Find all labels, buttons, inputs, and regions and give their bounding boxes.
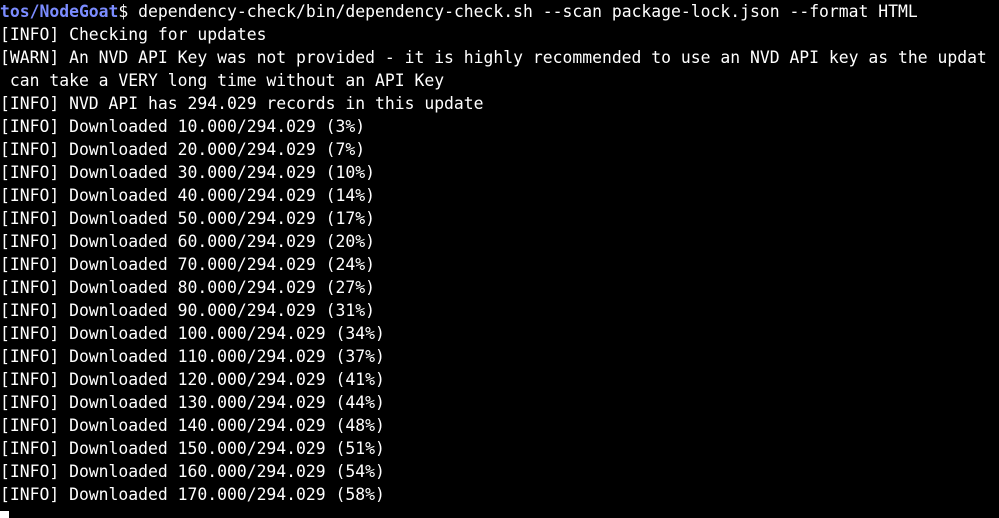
output-line: [INFO] Downloaded 130.000/294.029 (44%)	[0, 393, 385, 412]
output-line: [INFO] Downloaded 100.000/294.029 (34%)	[0, 324, 385, 343]
output-line: [INFO] Downloaded 30.000/294.029 (10%)	[0, 163, 375, 182]
output-line: [INFO] Downloaded 80.000/294.029 (27%)	[0, 278, 375, 297]
output-line: [INFO] NVD API has 294.029 records in th…	[0, 94, 484, 113]
prompt-path: tos/NodeGoat	[0, 2, 119, 21]
prompt-symbol: $	[118, 2, 129, 21]
output-line: [INFO] Downloaded 170.000/294.029 (58%)	[0, 485, 385, 504]
command-line: tos/NodeGoat$ dependency-check/bin/depen…	[0, 0, 999, 23]
output-line: [INFO] Checking for updates	[0, 25, 267, 44]
output-line: [INFO] Downloaded 150.000/294.029 (51%)	[0, 439, 385, 458]
output-line: [WARN] An NVD API Key was not provided -…	[0, 48, 987, 67]
output-line: [INFO] Downloaded 60.000/294.029 (20%)	[0, 232, 375, 251]
output-line: [INFO] Downloaded 120.000/294.029 (41%)	[0, 370, 385, 389]
output-line: [INFO] Downloaded 20.000/294.029 (7%)	[0, 140, 366, 159]
terminal-window[interactable]: tos/NodeGoat$ dependency-check/bin/depen…	[0, 0, 999, 518]
output-line: [INFO] Downloaded 40.000/294.029 (14%)	[0, 186, 375, 205]
command-text: dependency-check/bin/dependency-check.sh…	[128, 2, 918, 21]
cursor-line	[0, 506, 999, 518]
terminal-cursor	[0, 511, 9, 518]
output-line: [INFO] Downloaded 140.000/294.029 (48%)	[0, 416, 385, 435]
output-line: [INFO] Downloaded 160.000/294.029 (54%)	[0, 462, 385, 481]
output-line: [INFO] Downloaded 90.000/294.029 (31%)	[0, 301, 375, 320]
output-line: [INFO] Downloaded 110.000/294.029 (37%)	[0, 347, 385, 366]
output-line: [INFO] Downloaded 50.000/294.029 (17%)	[0, 209, 375, 228]
output-line: [INFO] Downloaded 70.000/294.029 (24%)	[0, 255, 375, 274]
output-line: [INFO] Downloaded 10.000/294.029 (3%)	[0, 117, 366, 136]
output-line: can take a VERY long time without an API…	[0, 71, 445, 90]
